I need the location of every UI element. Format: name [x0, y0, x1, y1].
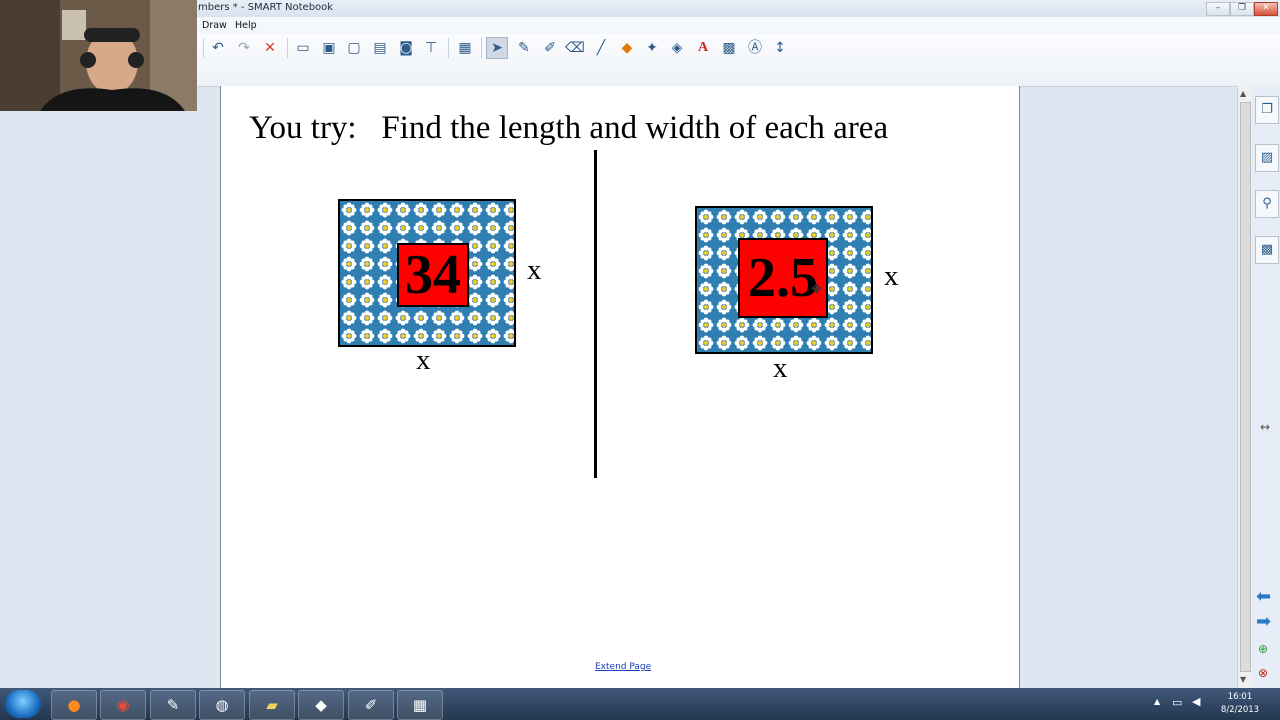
full-screen-icon[interactable]: ▣	[318, 37, 340, 59]
toolbar-separator	[481, 38, 482, 58]
page-sorter-icon[interactable]: ❐	[1255, 96, 1279, 124]
webcam-overlay	[0, 0, 197, 111]
gallery-icon[interactable]: ▨	[1255, 144, 1279, 172]
lesson-title: You try: Find the length and width of ea…	[249, 110, 889, 146]
volume-icon[interactable]: ◀	[1192, 695, 1200, 708]
undo-icon[interactable]: ↶	[207, 37, 229, 59]
fill-icon[interactable]: ◈	[666, 37, 688, 59]
document-camera-icon[interactable]: ⊤	[420, 37, 442, 59]
delete-icon[interactable]: ✕	[259, 37, 281, 59]
length-label: x	[773, 352, 788, 384]
select-pointer-icon[interactable]: ➤	[486, 37, 508, 59]
scrollbar-thumb[interactable]	[1240, 102, 1251, 672]
area-value-box[interactable]: 34	[397, 243, 469, 307]
window-title: mbers * - SMART Notebook	[198, 2, 334, 13]
calculator-icon[interactable]: ▦	[397, 690, 443, 720]
properties-tab-icon[interactable]: ▩	[1255, 236, 1279, 264]
minimize-button[interactable]: –	[1206, 2, 1230, 16]
close-button[interactable]: ✕	[1254, 2, 1278, 16]
width-label: x	[527, 254, 542, 286]
menu-help[interactable]: Help	[235, 20, 257, 31]
screen-shade-icon[interactable]: ▭	[292, 37, 314, 59]
text-icon[interactable]: A	[692, 37, 714, 59]
chrome-icon[interactable]: ◉	[100, 690, 146, 720]
shapes-icon[interactable]: ◆	[616, 37, 638, 59]
vertical-scrollbar[interactable]: ▲ ▼	[1237, 86, 1252, 688]
show-hidden-icons[interactable]: ▲	[1154, 697, 1160, 706]
properties-icon[interactable]: ▩	[718, 37, 740, 59]
move-cursor-icon: ✥	[811, 282, 822, 297]
length-label: x	[416, 344, 431, 376]
file-explorer-icon[interactable]: ▰	[249, 690, 295, 720]
magic-pen-icon[interactable]: ✦	[641, 37, 663, 59]
transparent-background-icon[interactable]: ▢	[343, 37, 365, 59]
display-icon[interactable]: ▤	[369, 37, 391, 59]
previous-page-icon[interactable]: ⬅	[1256, 586, 1271, 607]
next-page-icon[interactable]: ➡	[1256, 611, 1271, 632]
maximize-button[interactable]: ❐	[1230, 2, 1254, 16]
vertical-divider-line	[594, 150, 597, 478]
toolbar-separator	[287, 38, 288, 58]
line-icon[interactable]: ╱	[590, 37, 612, 59]
scroll-down-icon[interactable]: ▼	[1240, 675, 1246, 684]
move-toolbar-icon[interactable]: ↕	[769, 37, 791, 59]
menu-draw[interactable]: Draw	[202, 20, 227, 31]
attachments-icon[interactable]: ⚲	[1255, 190, 1279, 218]
toolbar-separator	[203, 38, 204, 58]
notebook-page[interactable]: You try: Find the length and width of ea…	[220, 86, 1020, 688]
clock-time[interactable]: 16:01	[1212, 692, 1268, 702]
media-player-icon[interactable]: ◍	[199, 690, 245, 720]
side-tab-bar: ❐ ▨ ⚲ ▩ ↔ ⬅ ➡ ⊕ ⊗	[1252, 86, 1280, 688]
network-icon[interactable]: ▭	[1172, 696, 1182, 709]
width-label: x	[884, 260, 899, 292]
smart-tools-icon[interactable]: ◆	[298, 690, 344, 720]
add-page-icon[interactable]: ⊕	[1258, 642, 1268, 656]
firefox-icon[interactable]: ●	[51, 690, 97, 720]
handwriting-icon[interactable]: Ⓐ	[744, 37, 766, 59]
delete-page-icon[interactable]: ⊗	[1258, 666, 1268, 680]
move-sidebar-icon[interactable]: ↔	[1260, 420, 1270, 434]
pen-icon[interactable]: ✎	[513, 37, 535, 59]
taskbar: ● ◉ ✎ ◍ ▰ ◆ ✐ ▦ ▲ ▭ ◀ 16:01 8/2/2013	[0, 688, 1280, 720]
recorder-icon[interactable]: ✐	[348, 690, 394, 720]
toolbar-separator	[448, 38, 449, 58]
extend-page-link[interactable]: Extend Page	[595, 662, 651, 672]
table-icon[interactable]: ▦	[454, 37, 476, 59]
notebook-app-icon[interactable]: ✎	[150, 690, 196, 720]
screen-capture-icon[interactable]: ◙	[395, 37, 417, 59]
redo-icon[interactable]: ↷	[233, 37, 255, 59]
clock-date[interactable]: 8/2/2013	[1212, 705, 1268, 715]
creative-pen-icon[interactable]: ✐	[539, 37, 561, 59]
scroll-up-icon[interactable]: ▲	[1240, 89, 1246, 98]
start-button[interactable]	[5, 690, 41, 718]
eraser-icon[interactable]: ⌫	[564, 37, 586, 59]
area-value-box[interactable]: 2.5	[738, 238, 828, 318]
presenter-video-image	[0, 0, 197, 111]
